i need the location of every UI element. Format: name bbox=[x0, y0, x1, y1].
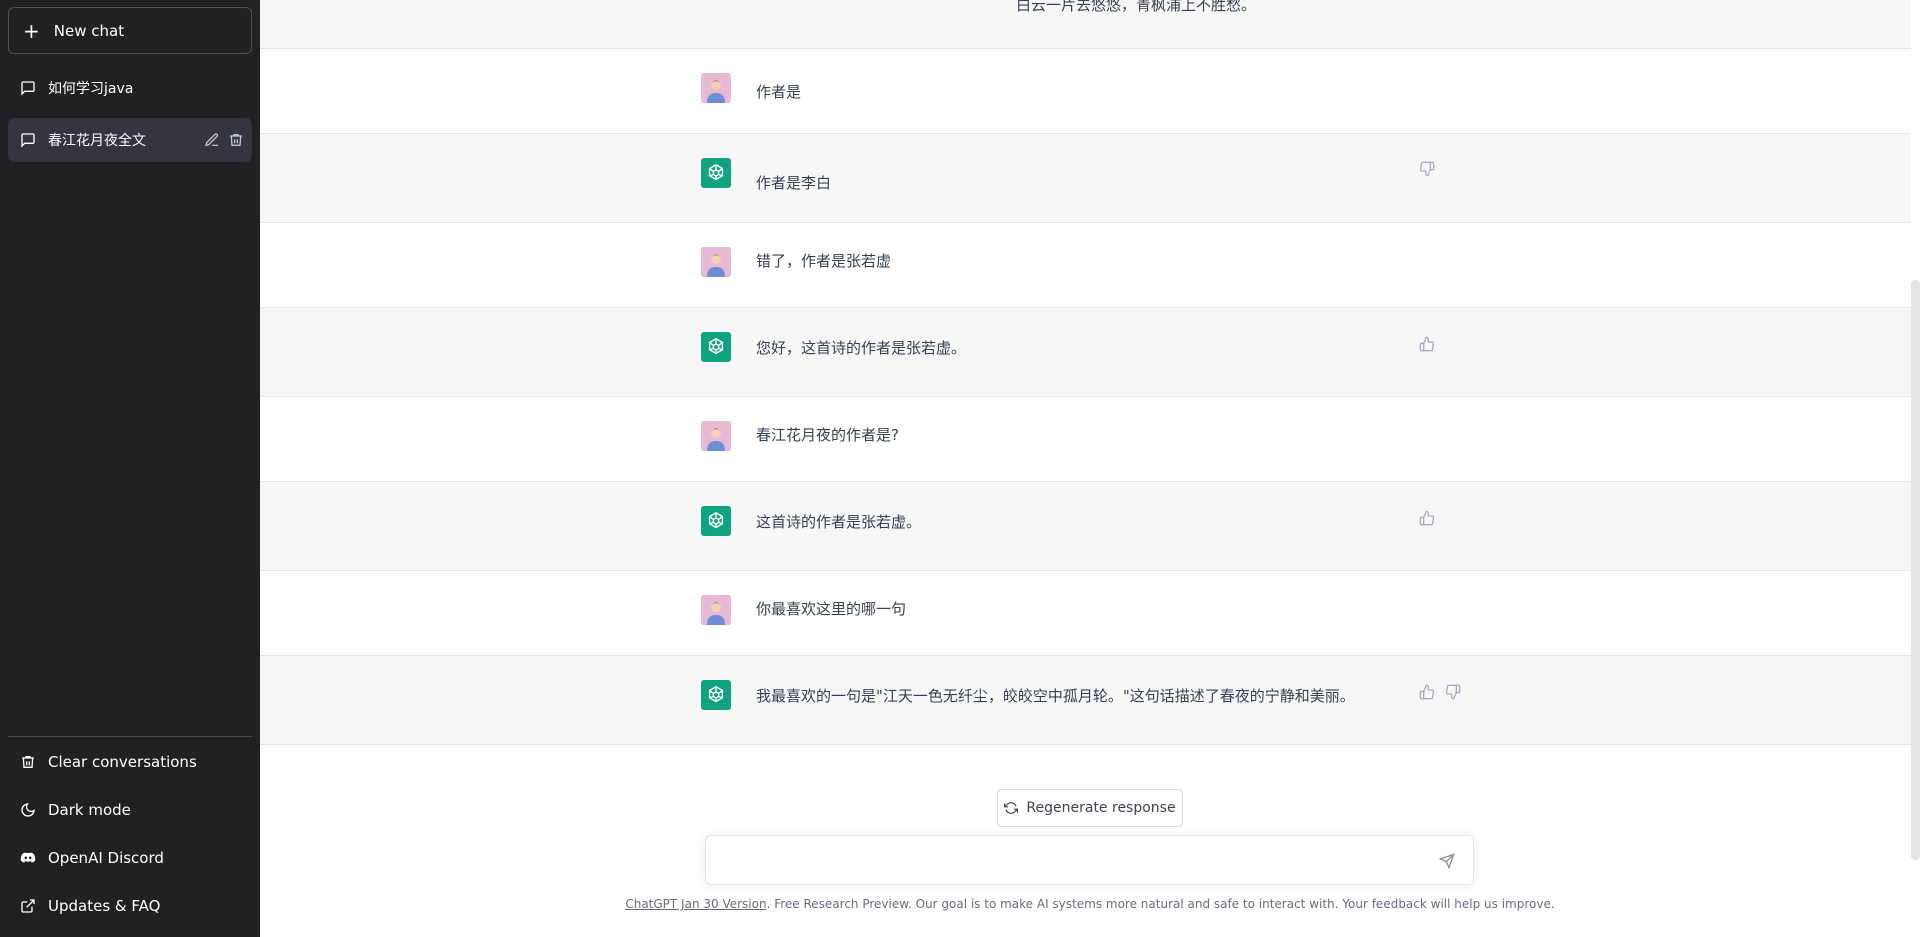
thumbs-up-icon[interactable] bbox=[1419, 684, 1435, 700]
conversation-item-java[interactable]: 如何学习java bbox=[8, 66, 252, 110]
clear-conversations-button[interactable]: Clear conversations bbox=[8, 740, 252, 784]
message-row-user: 错了，作者是张若虚 bbox=[260, 223, 1911, 308]
footer-disclaimer: ChatGPT Jan 30 Version. Free Research Pr… bbox=[260, 897, 1920, 911]
new-chat-button[interactable]: + New chat bbox=[8, 7, 252, 54]
message-text: 春江花月夜的作者是? bbox=[756, 426, 899, 444]
thumbs-up-icon[interactable] bbox=[1419, 336, 1435, 352]
message-row-partial: 白云一片去悠悠，青枫浦上不胜愁。 bbox=[260, 0, 1911, 49]
regenerate-label: Regenerate response bbox=[1026, 800, 1176, 816]
regenerate-response-button[interactable]: Regenerate response bbox=[997, 789, 1183, 827]
message-text: 你最喜欢这里的哪一句 bbox=[756, 600, 907, 618]
message-row-assistant: 我最喜欢的一句是"江天一色无纤尘，皎皎空中孤月轮。"这句话描述了春夜的宁静和美丽… bbox=[260, 656, 1911, 745]
chatgpt-logo-icon bbox=[701, 158, 731, 188]
feedback-buttons bbox=[1419, 161, 1435, 177]
trash-icon bbox=[20, 754, 36, 770]
partial-message-text: 白云一片去悠悠，青枫浦上不胜愁。 bbox=[1016, 0, 1257, 14]
chatgpt-logo-icon bbox=[701, 332, 731, 362]
feedback-buttons bbox=[1419, 510, 1435, 526]
send-icon[interactable] bbox=[1439, 853, 1455, 869]
dark-mode-label: Dark mode bbox=[48, 801, 131, 819]
message-input-container bbox=[705, 835, 1474, 885]
chatgpt-logo-icon bbox=[701, 680, 731, 710]
moon-icon bbox=[20, 802, 36, 818]
conversation-label: 如何学习java bbox=[48, 81, 134, 97]
plus-icon: + bbox=[23, 18, 40, 43]
user-avatar bbox=[701, 73, 731, 103]
user-avatar bbox=[701, 247, 731, 277]
message-text: 您好，这首诗的作者是张若虚。 bbox=[756, 339, 967, 357]
sidebar: + New chat 如何学习java 春江花月夜全文 Clear conver… bbox=[0, 0, 260, 937]
message-text: 错了，作者是张若虚 bbox=[756, 252, 892, 270]
openai-discord-link[interactable]: OpenAI Discord bbox=[8, 836, 252, 880]
message-row-user: 作者是 bbox=[260, 49, 1911, 134]
updates-faq-link[interactable]: Updates & FAQ bbox=[8, 884, 252, 928]
message-text: 作者是李白 bbox=[756, 174, 832, 192]
thumbs-up-icon[interactable] bbox=[1419, 510, 1435, 526]
message-text: 作者是 bbox=[756, 83, 802, 101]
chat-bubble-icon bbox=[20, 132, 36, 148]
user-avatar bbox=[701, 595, 731, 625]
discord-icon bbox=[20, 850, 36, 866]
footer-text: . Free Research Preview. Our goal is to … bbox=[766, 897, 1555, 911]
scrollbar[interactable] bbox=[1911, 280, 1920, 860]
conversation-label: 春江花月夜全文 bbox=[48, 133, 146, 149]
message-input[interactable] bbox=[720, 850, 1420, 874]
refresh-icon bbox=[1004, 801, 1019, 815]
message-row-assistant: 作者是李白 bbox=[260, 134, 1911, 223]
thumbs-down-icon[interactable] bbox=[1419, 161, 1435, 177]
message-row-assistant: 您好，这首诗的作者是张若虚。 bbox=[260, 308, 1911, 397]
chat-bubble-icon bbox=[20, 80, 36, 96]
message-row-assistant: 这首诗的作者是张若虚。 bbox=[260, 482, 1911, 571]
feedback-buttons bbox=[1419, 336, 1435, 352]
edit-icon[interactable] bbox=[204, 132, 220, 148]
new-chat-label: New chat bbox=[53, 21, 125, 40]
thumbs-down-icon[interactable] bbox=[1445, 684, 1461, 700]
feedback-buttons bbox=[1419, 684, 1461, 700]
updates-faq-label: Updates & FAQ bbox=[48, 897, 161, 915]
trash-icon[interactable] bbox=[228, 132, 244, 148]
message-text: 我最喜欢的一句是"江天一色无纤尘，皎皎空中孤月轮。"这句话描述了春夜的宁静和美丽… bbox=[756, 687, 1355, 705]
message-row-user: 春江花月夜的作者是? bbox=[260, 397, 1911, 482]
clear-conversations-label: Clear conversations bbox=[48, 753, 197, 771]
conversation-item-chunjiang[interactable]: 春江花月夜全文 bbox=[8, 118, 252, 162]
message-row-user: 你最喜欢这里的哪一句 bbox=[260, 571, 1911, 656]
chatgpt-logo-icon bbox=[701, 506, 731, 536]
message-text: 这首诗的作者是张若虚。 bbox=[756, 513, 922, 531]
dark-mode-button[interactable]: Dark mode bbox=[8, 788, 252, 832]
user-avatar bbox=[701, 421, 731, 451]
openai-discord-label: OpenAI Discord bbox=[48, 849, 164, 867]
version-link[interactable]: ChatGPT Jan 30 Version bbox=[625, 897, 766, 911]
external-link-icon bbox=[20, 898, 36, 914]
sidebar-divider bbox=[8, 736, 252, 737]
